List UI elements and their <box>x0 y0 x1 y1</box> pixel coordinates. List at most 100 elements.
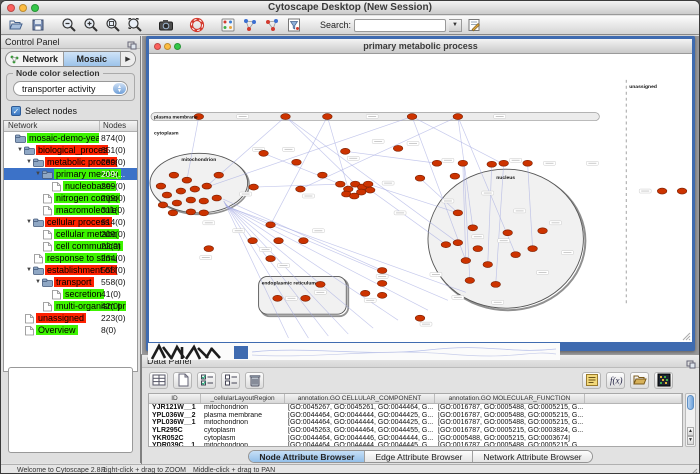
network-node[interactable] <box>528 246 538 252</box>
network-node[interactable] <box>299 238 309 244</box>
network-node[interactable] <box>204 246 214 252</box>
tab-network-attribute-browser[interactable]: Network Attribute Browser <box>473 451 591 462</box>
network-node[interactable] <box>441 242 451 248</box>
network-node[interactable] <box>356 189 366 195</box>
network-node[interactable] <box>281 114 291 120</box>
tree-row[interactable]: unassigned223(0) <box>4 312 137 324</box>
vizmapper-button[interactable] <box>219 17 236 33</box>
attribute-grid-button[interactable] <box>149 372 168 389</box>
network-node[interactable] <box>450 173 460 179</box>
network-node[interactable] <box>169 172 179 178</box>
network-node[interactable] <box>677 188 687 194</box>
float-panel-icon[interactable] <box>127 38 137 47</box>
scroll-down-button[interactable]: ▼ <box>687 436 694 445</box>
node-color-dropdown[interactable]: transporter activity ▲▼ <box>13 81 128 96</box>
tree-row[interactable]: mosaic-demo-yeast874(0) <box>4 132 137 144</box>
zoom-window-button[interactable] <box>31 4 39 12</box>
network-node[interactable] <box>274 238 284 244</box>
float-data-panel-icon[interactable] <box>686 357 696 366</box>
scroll-up-button[interactable]: ▲ <box>687 427 694 436</box>
network-node[interactable] <box>202 183 212 189</box>
zoom-out-button[interactable] <box>60 17 77 33</box>
network-node[interactable] <box>176 188 186 194</box>
search-dropdown-button[interactable]: ▼ <box>449 19 462 32</box>
network-node[interactable] <box>214 172 224 178</box>
zoom-fit-button[interactable] <box>126 17 143 33</box>
scrollbar-thumb[interactable] <box>687 395 694 410</box>
tree-row[interactable]: nucleobase-209(0) <box>4 180 137 192</box>
table-column-header[interactable]: ID <box>149 394 201 403</box>
network-node[interactable] <box>415 175 425 181</box>
birds-eye-view[interactable] <box>8 367 133 453</box>
tree-row[interactable]: ▼primary metabo209(... <box>4 168 137 180</box>
tree-row[interactable]: Overview8(0) <box>4 324 137 336</box>
network-node[interactable] <box>407 114 417 120</box>
network-node[interactable] <box>503 230 513 236</box>
import-attributes-button[interactable] <box>630 372 649 389</box>
network-node[interactable] <box>292 159 302 165</box>
tree-column-nodes[interactable]: Nodes <box>100 121 137 131</box>
tab-mosaic[interactable]: Mosaic <box>64 52 122 66</box>
save-button[interactable] <box>29 17 46 33</box>
tree-row[interactable]: macromolecule311(0) <box>4 204 137 216</box>
network-node[interactable] <box>168 210 178 216</box>
search-options-button[interactable] <box>465 17 482 33</box>
close-view-button[interactable] <box>154 43 161 50</box>
network-canvas[interactable]: plasma membranecytoplasmmitochondrionnuc… <box>149 54 692 342</box>
tree-expander-icon[interactable]: ▼ <box>34 171 42 177</box>
network-node[interactable] <box>657 188 667 194</box>
table-row[interactable]: YLR295Ccytoplasm[GO:0045263, GO:0044464,… <box>149 427 682 435</box>
network-node[interactable] <box>511 252 521 258</box>
zoom-view-button[interactable] <box>174 43 181 50</box>
legend-button[interactable] <box>582 372 601 389</box>
snapshot-button[interactable] <box>157 17 174 33</box>
tree-expander-icon[interactable]: ▼ <box>16 147 24 153</box>
network-view-titlebar[interactable]: primary metabolic process <box>149 39 692 54</box>
network-node[interactable] <box>186 197 196 203</box>
network-node[interactable] <box>248 238 258 244</box>
network-node[interactable] <box>377 292 387 298</box>
network-node[interactable] <box>156 183 166 189</box>
network-node[interactable] <box>318 172 328 178</box>
network-node[interactable] <box>266 222 276 228</box>
network-node[interactable] <box>499 160 509 166</box>
tree-row[interactable]: ▼establishment of lo558(0) <box>4 264 137 276</box>
tree-row[interactable]: ▼biological_process651(0) <box>4 144 137 156</box>
tree-row[interactable]: nitrogen compo209(0) <box>4 192 137 204</box>
network-node[interactable] <box>377 268 387 274</box>
tree-row[interactable]: cell communicat22(0) <box>4 240 137 252</box>
tree-row[interactable]: response to stimul264(0) <box>4 252 137 264</box>
tree-row[interactable]: multi-organism pro42(0) <box>4 300 137 312</box>
network-node[interactable] <box>453 240 463 246</box>
network-node[interactable] <box>340 148 350 154</box>
network-node[interactable] <box>468 225 478 231</box>
network-node[interactable] <box>212 195 222 201</box>
network-node[interactable] <box>461 258 471 264</box>
table-row[interactable]: YDR039C__1mitochondrion[GO:0044464, GO:0… <box>149 442 682 447</box>
network-node[interactable] <box>491 281 501 287</box>
network-node[interactable] <box>259 150 269 156</box>
tree-expander-icon[interactable]: ▼ <box>25 219 33 225</box>
network-node[interactable] <box>465 277 475 283</box>
select-attributes-button[interactable] <box>197 372 216 389</box>
tree-row[interactable]: ▼cellular process614(0) <box>4 216 137 228</box>
select-nodes-checkbox[interactable]: ✓ <box>11 106 21 116</box>
table-row[interactable]: YPL036W__2plasma membrane[GO:0044464, GO… <box>149 412 682 420</box>
network-node[interactable] <box>523 160 533 166</box>
network-node[interactable] <box>186 209 196 215</box>
network-node[interactable] <box>190 186 200 192</box>
zoom-selected-button[interactable] <box>104 17 121 33</box>
manage-networks-button[interactable] <box>241 17 258 33</box>
network-node[interactable] <box>182 177 192 183</box>
tree-row[interactable]: secretion41(0) <box>4 288 137 300</box>
filter-button[interactable] <box>285 17 302 33</box>
delete-attribute-button[interactable] <box>245 372 264 389</box>
close-window-button[interactable] <box>7 4 15 12</box>
tree-expander-icon[interactable]: ▼ <box>25 159 33 165</box>
tree-row[interactable]: ▼transport558(0) <box>4 276 137 288</box>
tab-overflow-button[interactable]: ▶ <box>121 52 135 66</box>
table-row[interactable]: YJR121W__1mitochondrion[GO:0045267, GO:0… <box>149 404 682 412</box>
tab-edge-attribute-browser[interactable]: Edge Attribute Browser <box>365 451 473 462</box>
tree-column-network[interactable]: Network <box>4 121 100 131</box>
new-attribute-button[interactable] <box>173 372 192 389</box>
